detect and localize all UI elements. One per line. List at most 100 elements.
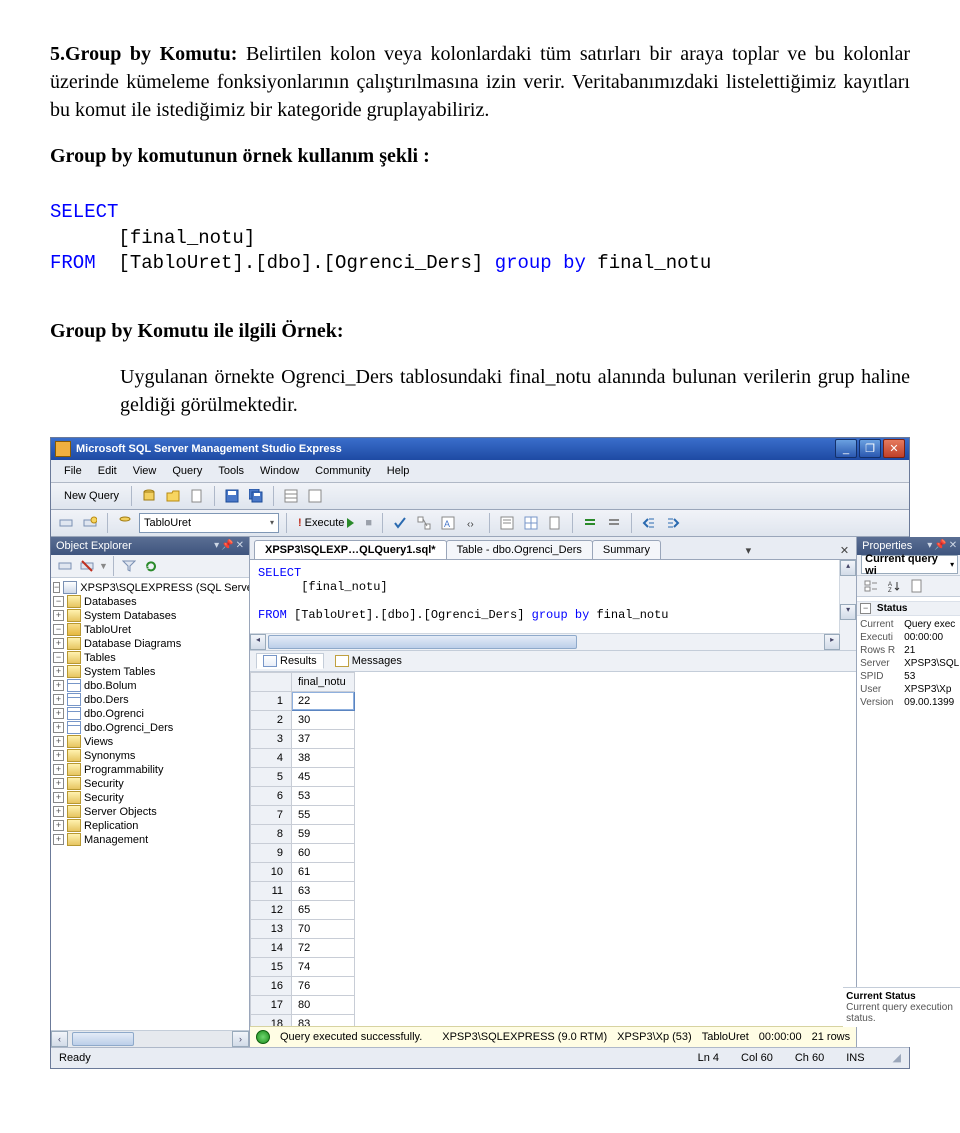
- results-grid-icon[interactable]: [521, 513, 541, 533]
- menu-help[interactable]: Help: [380, 463, 417, 479]
- titlebar[interactable]: Microsoft SQL Server Management Studio E…: [51, 438, 909, 460]
- tab-query[interactable]: XPSP3\SQLEXP…QLQuery1.sql*: [254, 540, 447, 559]
- results-grid[interactable]: final_notu 12223033743854565375585996010…: [250, 672, 856, 1026]
- prop-row[interactable]: Executi00:00:00: [860, 631, 959, 644]
- pin-icon[interactable]: 📌: [934, 540, 946, 551]
- tree-databases[interactable]: −Databases: [53, 595, 247, 609]
- cell-value[interactable]: 38: [292, 748, 355, 767]
- table-row[interactable]: 859: [251, 824, 355, 843]
- estimated-plan-icon[interactable]: [414, 513, 434, 533]
- object-explorer-tree[interactable]: −XPSP3\SQLEXPRESS (SQL Server 9 −Databas…: [51, 578, 249, 1030]
- prop-row[interactable]: CurrentQuery exec: [860, 618, 959, 631]
- table-row[interactable]: 1472: [251, 938, 355, 957]
- table-row[interactable]: 230: [251, 710, 355, 729]
- prop-page-icon[interactable]: [907, 576, 927, 596]
- tree-synonyms[interactable]: +Synonyms: [53, 749, 247, 763]
- cell-value[interactable]: 80: [292, 995, 355, 1014]
- scroll-thumb[interactable]: [268, 635, 577, 649]
- menu-edit[interactable]: Edit: [91, 463, 124, 479]
- tree-server-objects[interactable]: +Server Objects: [53, 805, 247, 819]
- decrease-indent-icon[interactable]: [639, 513, 659, 533]
- oe-connect-icon[interactable]: [55, 556, 75, 576]
- new-query-button[interactable]: New Query: [56, 488, 124, 504]
- cell-value[interactable]: 70: [292, 919, 355, 938]
- categorized-icon[interactable]: [861, 576, 881, 596]
- tab-close-icon[interactable]: ✕: [837, 542, 852, 559]
- scroll-thumb[interactable]: [72, 1032, 134, 1046]
- execute-button[interactable]: ! Execute: [294, 516, 358, 530]
- tab-table[interactable]: Table - dbo.Ogrenci_Ders: [446, 540, 593, 559]
- document-icon[interactable]: [187, 486, 207, 506]
- prop-row[interactable]: UserXPSP3\Xp: [860, 683, 959, 696]
- tree-db-diagrams[interactable]: +Database Diagrams: [53, 637, 247, 651]
- cell-value[interactable]: 22: [292, 691, 355, 710]
- available-db-icon[interactable]: [115, 513, 135, 533]
- cell-value[interactable]: 45: [292, 767, 355, 786]
- prop-row[interactable]: ServerXPSP3\SQL: [860, 657, 959, 670]
- menu-file[interactable]: File: [57, 463, 89, 479]
- prop-row[interactable]: SPID53: [860, 670, 959, 683]
- prop-row[interactable]: Rows R21: [860, 644, 959, 657]
- open-file-icon[interactable]: [163, 486, 183, 506]
- table-row[interactable]: 1370: [251, 919, 355, 938]
- tree-views[interactable]: +Views: [53, 735, 247, 749]
- menu-tools[interactable]: Tools: [211, 463, 251, 479]
- editor-vscrollbar[interactable]: ▴▾: [839, 560, 856, 650]
- tree-programmability[interactable]: +Programmability: [53, 763, 247, 777]
- oe-filter-icon[interactable]: [119, 556, 139, 576]
- scroll-left-icon[interactable]: ◂: [250, 634, 266, 650]
- tree-management[interactable]: +Management: [53, 833, 247, 847]
- uncomment-icon[interactable]: [604, 513, 624, 533]
- design-query-icon[interactable]: A: [438, 513, 458, 533]
- pin-icon[interactable]: 📌: [221, 540, 233, 551]
- specify-values-icon[interactable]: ‹›: [462, 513, 482, 533]
- database-combo[interactable]: TabloUret ▾: [139, 513, 279, 533]
- tree-userdb[interactable]: −TabloUret: [53, 623, 247, 637]
- scroll-down-icon[interactable]: ▾: [840, 604, 856, 620]
- tree-replication[interactable]: +Replication: [53, 819, 247, 833]
- menu-community[interactable]: Community: [308, 463, 378, 479]
- oe-refresh-icon[interactable]: [141, 556, 161, 576]
- tree-table-ders[interactable]: +dbo.Ders: [53, 693, 247, 707]
- scroll-left-icon[interactable]: ‹: [51, 1031, 68, 1047]
- tab-dropdown-icon[interactable]: ▾: [743, 542, 755, 559]
- cell-value[interactable]: 37: [292, 729, 355, 748]
- save-all-icon[interactable]: [246, 486, 266, 506]
- cell-value[interactable]: 76: [292, 976, 355, 995]
- minimize-button[interactable]: _: [835, 439, 857, 458]
- cell-value[interactable]: 30: [292, 710, 355, 729]
- tree-system-tables[interactable]: +System Tables: [53, 665, 247, 679]
- cell-value[interactable]: 63: [292, 881, 355, 900]
- properties-grid[interactable]: − Status CurrentQuery execExecuti00:00:0…: [857, 597, 960, 711]
- table-row[interactable]: 1061: [251, 862, 355, 881]
- table-row[interactable]: 1265: [251, 900, 355, 919]
- cell-value[interactable]: 60: [292, 843, 355, 862]
- table-row[interactable]: 545: [251, 767, 355, 786]
- results-file-icon[interactable]: [545, 513, 565, 533]
- cell-value[interactable]: 59: [292, 824, 355, 843]
- oe-disconnect-icon[interactable]: [77, 556, 97, 576]
- table-row[interactable]: 337: [251, 729, 355, 748]
- table-row[interactable]: 1780: [251, 995, 355, 1014]
- tree-server[interactable]: −XPSP3\SQLEXPRESS (SQL Server 9: [53, 581, 247, 595]
- tree-security[interactable]: +Security: [53, 791, 247, 805]
- table-row[interactable]: 1883: [251, 1014, 355, 1026]
- table-row[interactable]: 1676: [251, 976, 355, 995]
- table-row[interactable]: 960: [251, 843, 355, 862]
- cell-value[interactable]: 83: [292, 1014, 355, 1026]
- tree-db-security[interactable]: +Security: [53, 777, 247, 791]
- scroll-up-icon[interactable]: ▴: [840, 560, 856, 576]
- close-button[interactable]: ✕: [883, 439, 905, 458]
- close-pane-icon[interactable]: ✕: [949, 540, 957, 551]
- menu-view[interactable]: View: [126, 463, 164, 479]
- col-header[interactable]: final_notu: [292, 672, 355, 691]
- table-row[interactable]: 122: [251, 691, 355, 710]
- oe-hscrollbar[interactable]: ‹ ›: [51, 1030, 249, 1047]
- properties-icon[interactable]: [281, 486, 301, 506]
- maximize-button[interactable]: ❐: [859, 439, 881, 458]
- results-text-icon[interactable]: [497, 513, 517, 533]
- cell-value[interactable]: 74: [292, 957, 355, 976]
- parse-icon[interactable]: [390, 513, 410, 533]
- object-explorer-header[interactable]: Object Explorer ▾📌✕: [51, 537, 249, 555]
- menu-query[interactable]: Query: [165, 463, 209, 479]
